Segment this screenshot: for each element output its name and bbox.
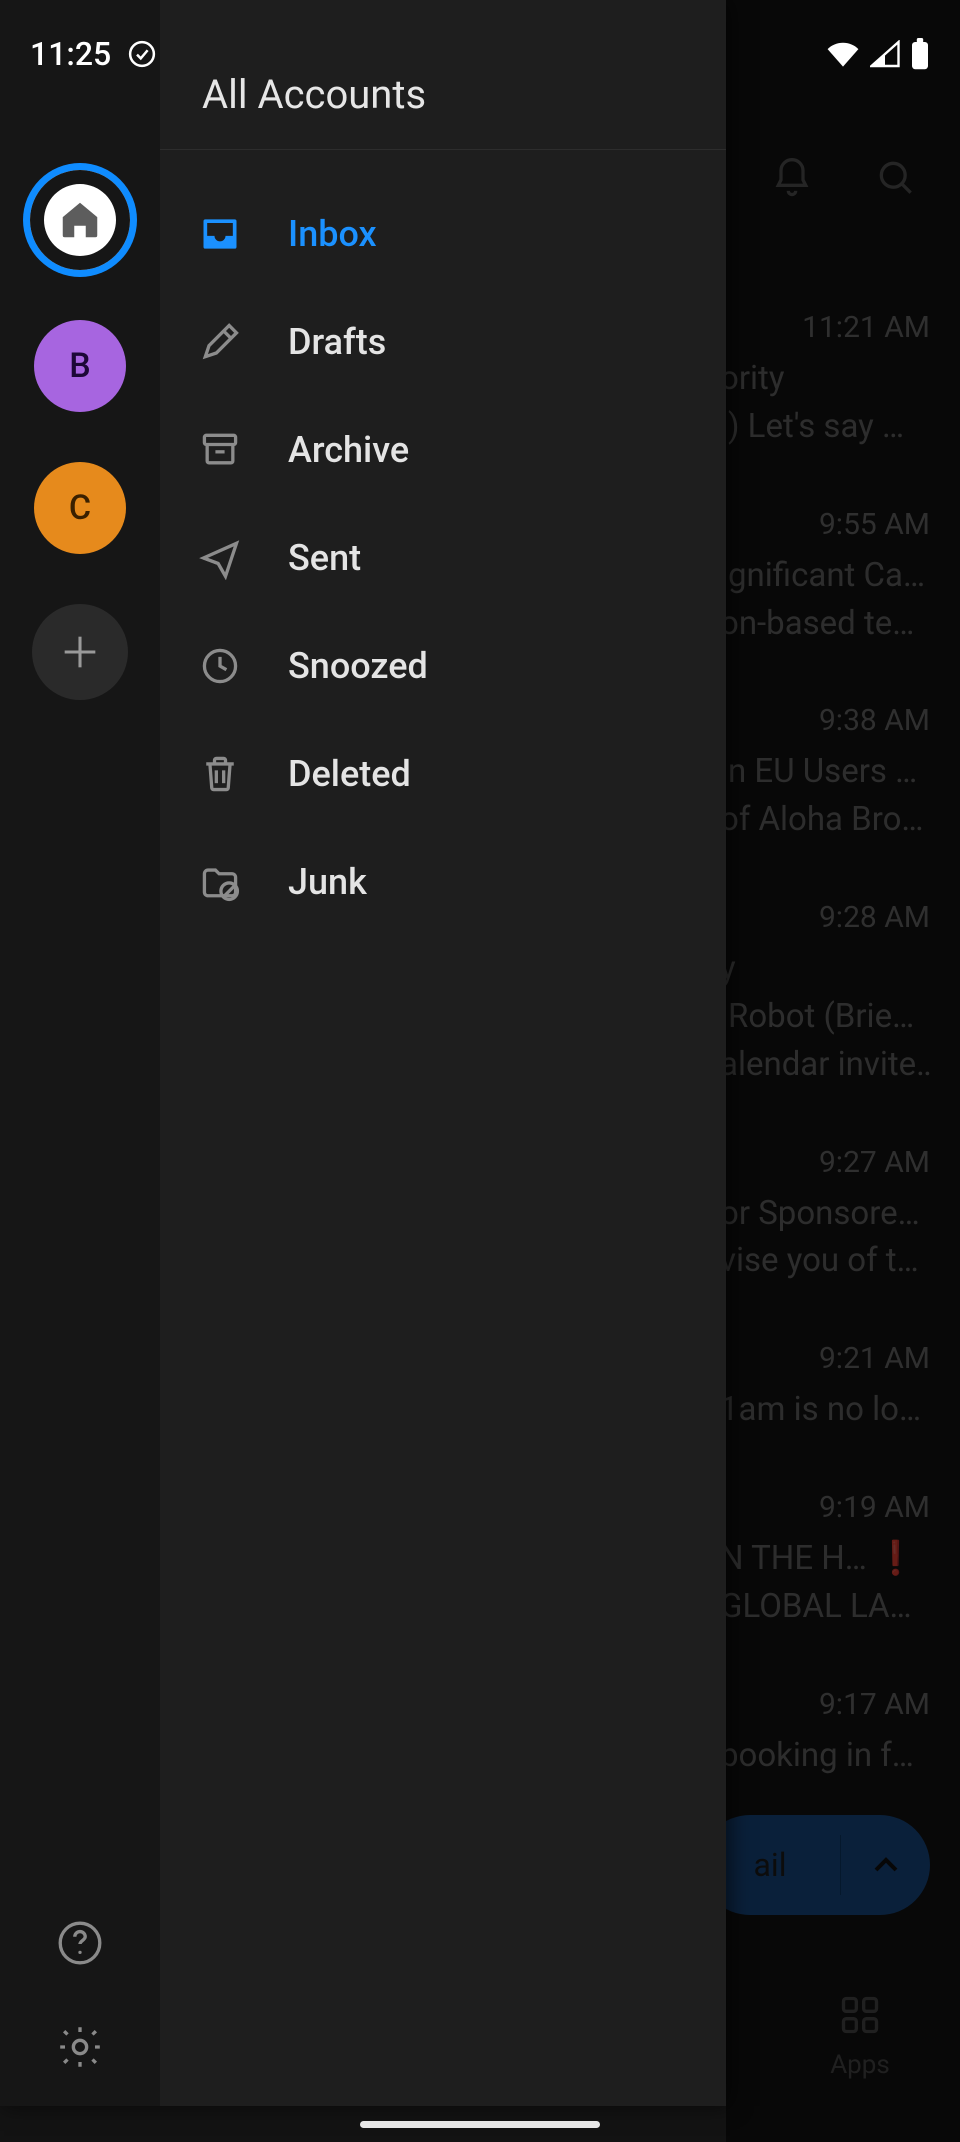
snoozed-icon [196, 642, 244, 690]
folder-item-drafts[interactable]: Drafts [160, 288, 726, 396]
avatar-letter: C [69, 488, 91, 528]
folder-list: Inbox Drafts Archive Sent Snoozed Deleted Junk [160, 150, 726, 936]
battery-icon [910, 38, 930, 70]
drawer-dim-overlay[interactable] [726, 0, 960, 2142]
status-time: 11:25 [30, 35, 111, 73]
folder-item-archive[interactable]: Archive [160, 396, 726, 504]
signal-icon [870, 40, 900, 68]
folder-label: Drafts [288, 321, 386, 363]
wifi-icon [826, 40, 860, 68]
navigation-drawer: B C All Accounts [0, 0, 726, 2106]
folder-label: Snoozed [288, 645, 428, 687]
status-bar: 11:25 [0, 0, 960, 108]
account-rail: B C [0, 0, 160, 2106]
folder-label: Junk [288, 861, 367, 903]
folder-item-inbox[interactable]: Inbox [160, 180, 726, 288]
account-avatar-c[interactable]: C [34, 462, 126, 554]
folder-item-junk[interactable]: Junk [160, 828, 726, 936]
folder-label: Archive [288, 429, 409, 471]
junk-icon [196, 858, 244, 906]
folder-label: Deleted [288, 753, 411, 795]
folder-label: Sent [288, 537, 361, 579]
home-indicator[interactable] [360, 2121, 600, 2128]
sent-icon [196, 534, 244, 582]
folder-label: Inbox [288, 213, 377, 255]
folder-item-snoozed[interactable]: Snoozed [160, 612, 726, 720]
all-accounts-avatar[interactable] [30, 170, 130, 270]
help-icon[interactable] [55, 1918, 105, 1972]
avatar-letter: B [69, 346, 90, 386]
drafts-icon [196, 318, 244, 366]
deleted-icon [196, 750, 244, 798]
archive-icon [196, 426, 244, 474]
add-account-button[interactable] [32, 604, 128, 700]
settings-icon[interactable] [55, 2022, 105, 2076]
folder-item-sent[interactable]: Sent [160, 504, 726, 612]
folders-panel: All Accounts InboxDraftsArchiveSentSnooz… [160, 0, 726, 2106]
check-circle-icon [127, 39, 157, 69]
inbox-icon [196, 210, 244, 258]
account-avatar-b[interactable]: B [34, 320, 126, 412]
folder-item-deleted[interactable]: Deleted [160, 720, 726, 828]
